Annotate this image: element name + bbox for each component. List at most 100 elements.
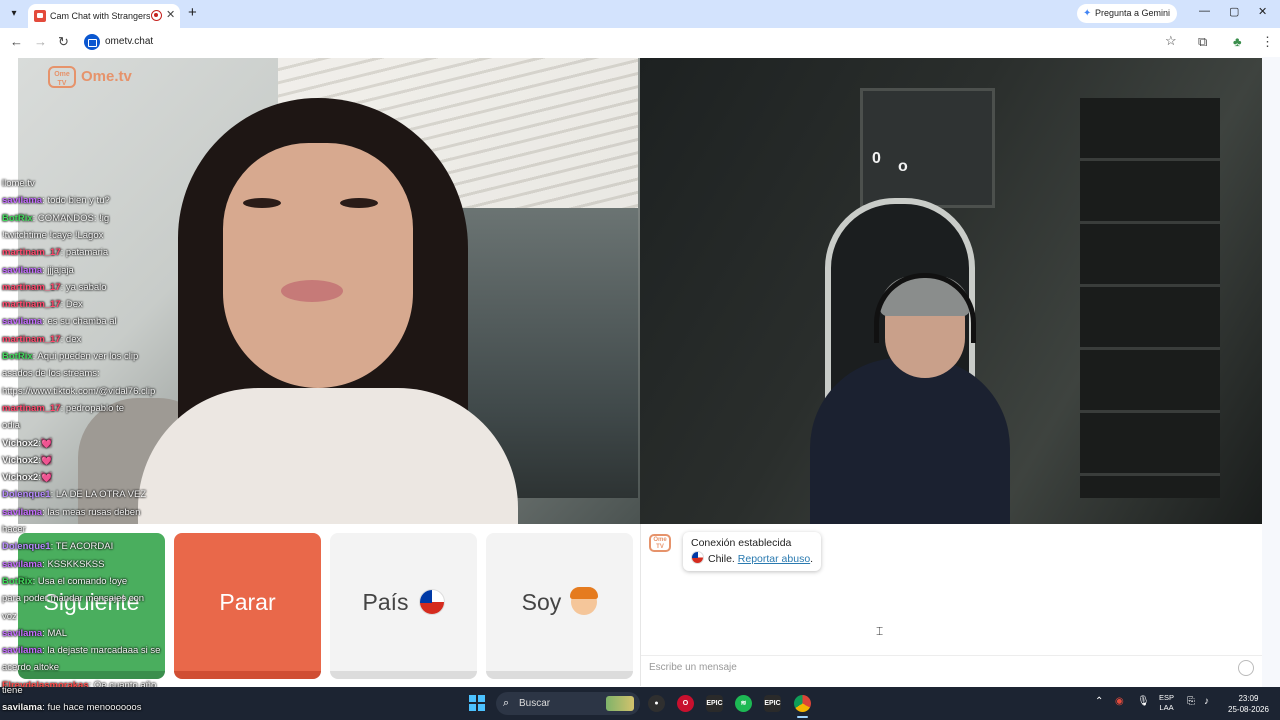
profile-icon[interactable]: ♣: [1233, 34, 1242, 49]
stream-chat-text: hacer: [2, 524, 26, 535]
extensions-icon[interactable]: ⧉: [1198, 34, 1207, 50]
stream-chat-user: martinam_17: [2, 281, 61, 293]
windows-taskbar: ⌕ Buscar ● O EPIC ≋ EPIC ⌃ ◉ 🎙 ESP LAA ⎘…: [0, 687, 1280, 720]
stream-chat-text: Aqui pueden ver los clip: [37, 351, 139, 362]
clock-date: 25-08-2026: [1228, 705, 1269, 714]
stream-chat-text: asados de los streams:: [2, 368, 100, 380]
browser-toolbar: ← → ↻ ometv.chat ☆ ⧉ ♣ ⋮: [0, 28, 1280, 57]
stream-chat-line: savilama: todo bien y tu?: [2, 194, 110, 207]
self-video: 0 o: [640, 58, 1262, 524]
video-shelf: [1080, 98, 1220, 498]
microphone-icon[interactable]: 🎙: [1137, 696, 1150, 707]
stream-chat-line: BotRix: Usa el comando !oye: [2, 575, 127, 588]
stranger-video: Ome TV Ome.tv: [18, 58, 640, 524]
tab-close-icon[interactable]: ✕: [166, 8, 175, 21]
emoji-icon[interactable]: [1238, 660, 1254, 676]
stream-chat-user: savilama: [2, 264, 43, 276]
menu-kebab-icon[interactable]: ⋮: [1261, 34, 1274, 50]
reload-icon[interactable]: ↻: [58, 34, 69, 50]
video-sweater: [138, 388, 518, 524]
stream-chat-text: odia: [2, 420, 20, 432]
message-input[interactable]: Escribe un mensaje: [641, 655, 1262, 679]
lang-line2: LAA: [1159, 703, 1174, 712]
clock[interactable]: 23:09 25-08-2026: [1228, 693, 1269, 715]
stream-chat-line: tiene: [2, 684, 23, 697]
video-eye-left: [243, 198, 281, 208]
report-abuse-link[interactable]: Reportar abuso: [738, 553, 810, 565]
tray-app-icon[interactable]: ◉: [1115, 696, 1124, 707]
stream-chat-user: savilama: [2, 506, 43, 518]
address-bar[interactable]: ometv.chat ☆: [80, 31, 1190, 53]
new-tab-button[interactable]: +: [188, 4, 197, 21]
page-scrollbar[interactable]: [1262, 57, 1280, 687]
country-button[interactable]: País: [330, 533, 477, 679]
taskbar-epic-icon[interactable]: EPIC: [706, 695, 723, 712]
stream-chat-text: pedropablo te: [65, 402, 125, 414]
gemini-label: Pregunta a Gemini: [1095, 8, 1171, 18]
taskbar-opera-icon[interactable]: O: [677, 695, 694, 712]
forward-icon[interactable]: →: [34, 34, 47, 49]
chile-flag-small-icon: [691, 551, 704, 564]
maximize-icon[interactable]: ▢: [1229, 5, 1239, 18]
stop-button[interactable]: Parar: [174, 533, 321, 679]
stream-chat-line: odia: [2, 419, 20, 432]
chile-flag-icon: [418, 589, 445, 615]
taskbar-search[interactable]: ⌕ Buscar: [496, 692, 640, 715]
stream-chat-text: COMANDOS: !ig: [37, 212, 110, 224]
tray-chevron-icon[interactable]: ⌃: [1095, 696, 1103, 707]
video-deco-left: 0: [872, 150, 881, 167]
stream-chat-user: BotRix: [2, 212, 33, 224]
taskbar-chrome-icon[interactable]: [794, 695, 811, 718]
stream-chat-text: Usa el comando !oye: [37, 575, 128, 587]
url-text[interactable]: ometv.chat: [105, 35, 153, 49]
taskbar-spotify-icon[interactable]: ≋: [735, 695, 752, 712]
tab-active[interactable]: Cam Chat with Strangers on ✕: [28, 4, 180, 28]
stream-chat-text: : TE ACORDAI: [50, 541, 114, 553]
minimize-icon[interactable]: —: [1199, 5, 1210, 17]
connection-status: Conexión establecida: [691, 537, 792, 549]
ometv-page: Ome TV Ome.tv 0 o Siguiente Parar País S…: [0, 57, 1280, 691]
ometv-favicon-icon: [34, 10, 46, 22]
stream-chat-user: savilama: [2, 645, 43, 657]
country-label: País: [362, 589, 409, 615]
stream-chat-text: todo bien y tu?: [47, 195, 110, 207]
mouse-cursor-icon: ⌶: [876, 624, 884, 638]
stream-chat-line: Vichox2:💓: [2, 454, 53, 467]
back-icon[interactable]: ←: [10, 34, 23, 49]
stream-chat-line: !twitchtime !caye !Lagox: [2, 229, 103, 242]
volume-icon[interactable]: ♪: [1204, 696, 1209, 707]
stream-chat-text: :💓: [38, 472, 53, 484]
stream-chat-line: acerdo altoke: [2, 661, 59, 674]
stream-chat-user: savilama: [2, 627, 43, 639]
stream-chat-line: savilama: es su chamba al: [2, 315, 117, 328]
site-info-icon[interactable]: [84, 34, 100, 50]
next-button[interactable]: Siguiente: [18, 533, 165, 679]
video-deco-right: o: [898, 158, 908, 175]
network-icon[interactable]: ⎘: [1187, 696, 1195, 707]
gemini-button[interactable]: ✦ Pregunta a Gemini: [1077, 4, 1177, 23]
close-window-icon[interactable]: ✕: [1258, 5, 1267, 18]
bookmark-star-icon[interactable]: ☆: [1165, 33, 1177, 49]
stream-chat-text: Dex: [65, 299, 83, 311]
stream-chat-line: Dolenque1: LA DE LA OTRA VEZ: [2, 488, 146, 501]
recording-icon: [151, 10, 162, 21]
language-indicator[interactable]: ESP LAA: [1159, 693, 1174, 713]
windows-start-icon[interactable]: [469, 695, 485, 711]
lang-line1: ESP: [1159, 693, 1175, 702]
stream-chat-text: :💓: [38, 437, 53, 449]
stream-chat-user: Vichox2: [2, 472, 39, 484]
stream-chat-user: martinam_17: [2, 402, 61, 414]
stream-chat-user: martinam_17: [2, 299, 61, 311]
taskbar-epic-2-icon[interactable]: EPIC: [764, 695, 781, 712]
stream-chat-line: https://www.tiktok.com/@vidal76.clip: [2, 385, 155, 398]
stream-chat-text: jjjajaja: [47, 264, 74, 276]
gender-button[interactable]: Soy: [486, 533, 633, 679]
stream-chat-line: BotRix: Aqui pueden ver los clip: [2, 350, 138, 363]
stream-chat-user: Vichox2: [2, 437, 39, 449]
stream-chat-text: : LA DE LA OTRA VEZ: [50, 489, 147, 501]
video-lips: [281, 280, 343, 302]
taskbar-app-obs-icon[interactable]: ●: [648, 695, 665, 712]
stream-chat-line: savilama: la dejaste marcadaaa si se: [2, 644, 160, 657]
stream-chat-line: savilama: MAL: [2, 627, 67, 640]
tab-search-icon[interactable]: ▾: [6, 6, 22, 22]
